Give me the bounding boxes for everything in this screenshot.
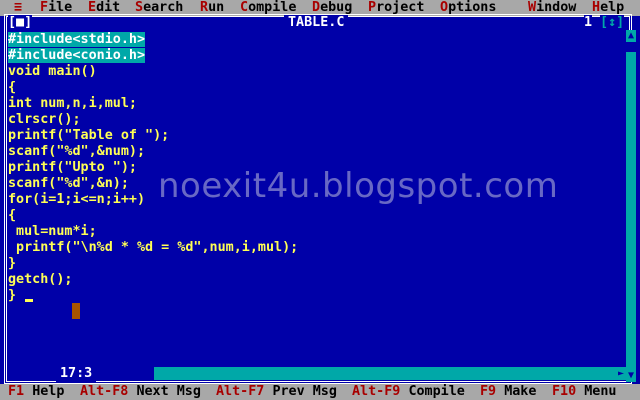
code-line: clrscr(); <box>8 112 81 127</box>
close-box-icon[interactable]: [■] <box>8 15 33 31</box>
code-line: } <box>8 288 17 303</box>
status-menu[interactable]: F10 Menu <box>552 384 617 400</box>
window-number: 1 <box>584 15 593 31</box>
editor-title-bar: [■] TABLE.C 1 [↕] <box>0 15 640 31</box>
watermark: noexit4u.blogspot.com <box>158 166 559 206</box>
window-title: TABLE.C <box>284 15 349 31</box>
code-line: { <box>8 80 17 95</box>
scroll-down-icon[interactable]: ▼ <box>626 370 636 382</box>
horizontal-scrollbar[interactable]: ► <box>144 367 626 380</box>
code-line: mul=num*i; <box>8 224 97 239</box>
turbo-c-ide: ≡ File Edit Search Run Compile Debug Pro… <box>0 0 640 400</box>
cursor-position: 17:3 <box>56 366 97 382</box>
code-line: getch(); <box>8 272 73 287</box>
code-line: printf("Table of "); <box>8 128 170 143</box>
code-line: scanf("%d",&num); <box>8 144 146 159</box>
vertical-scroll-thumb[interactable] <box>626 42 636 52</box>
code-line: #include<conio.h> <box>8 48 146 63</box>
status-make[interactable]: F9 Make <box>480 384 536 400</box>
status-bar: F1 Help Alt-F8 Next Msg Alt-F7 Prev Msg … <box>0 384 640 400</box>
vertical-scrollbar[interactable]: ▲ ▼ <box>626 30 636 382</box>
code-line: #include<stdio.h> <box>8 32 146 47</box>
code-line: scanf("%d",&n); <box>8 176 129 191</box>
code-line: printf("Upto "); <box>8 160 137 175</box>
status-help[interactable]: F1 Help <box>8 384 64 400</box>
scroll-up-icon[interactable]: ▲ <box>626 30 636 42</box>
status-next-msg[interactable]: Alt-F8 Next Msg <box>80 384 201 400</box>
code-line: { <box>8 208 17 223</box>
code-line: printf("\n%d * %d = %d",num,i,mul); <box>8 240 299 255</box>
horizontal-scroll-thumb[interactable] <box>144 367 154 380</box>
mouse-cursor <box>72 303 80 319</box>
zoom-box-icon[interactable]: [↕] <box>600 15 625 31</box>
status-prev-msg[interactable]: Alt-F7 Prev Msg <box>216 384 337 400</box>
code-line: } <box>8 256 17 271</box>
text-cursor <box>25 299 33 302</box>
status-compile[interactable]: Alt-F9 Compile <box>352 384 465 400</box>
code-line: for(i=1;i<=n;i++) <box>8 192 146 207</box>
scroll-right-icon[interactable]: ► <box>616 367 626 380</box>
code-line: int num,n,i,mul; <box>8 96 137 111</box>
code-line: void main() <box>8 64 97 79</box>
